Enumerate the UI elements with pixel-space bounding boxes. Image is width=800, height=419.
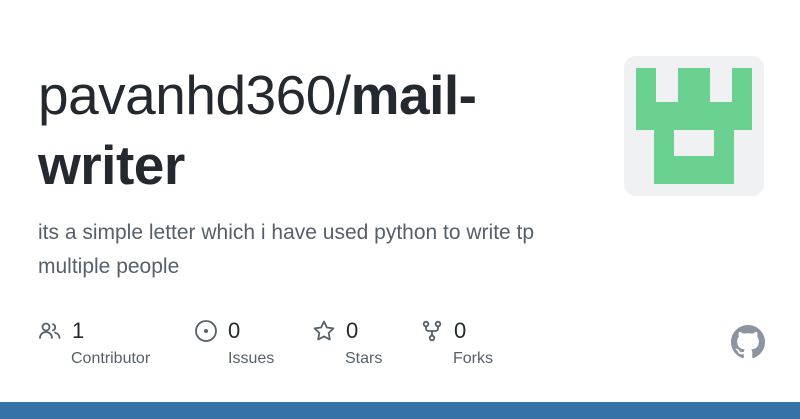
stat-forks[interactable]: 0 Forks — [420, 316, 493, 367]
repo-name-part1[interactable]: mail- — [351, 64, 477, 126]
stat-contributors[interactable]: 1 Contributor — [38, 316, 150, 367]
identicon-avatar[interactable] — [624, 56, 764, 196]
repo-name-part2[interactable]: writer — [38, 134, 185, 196]
issues-label: Issues — [228, 350, 275, 367]
people-icon — [38, 319, 62, 343]
contributors-count: 1 — [72, 318, 85, 343]
issues-count: 0 — [228, 318, 241, 343]
stars-label: Stars — [345, 350, 383, 367]
stat-issues[interactable]: 0 Issues — [194, 316, 274, 367]
stars-count: 0 — [346, 318, 359, 343]
stat-stars[interactable]: 0 Stars — [312, 316, 382, 367]
star-icon — [312, 319, 336, 343]
issue-icon — [194, 319, 218, 343]
forks-count: 0 — [454, 318, 467, 343]
fork-icon — [420, 319, 444, 343]
forks-label: Forks — [453, 350, 493, 367]
repo-title[interactable]: pavanhd360/mail- writer — [38, 60, 598, 200]
repo-owner[interactable]: pavanhd360/ — [38, 64, 351, 126]
repo-description: its a simple letter which i have used py… — [38, 221, 535, 278]
github-icon[interactable] — [731, 325, 765, 359]
language-bar — [0, 402, 800, 419]
contributors-label: Contributor — [71, 350, 151, 367]
